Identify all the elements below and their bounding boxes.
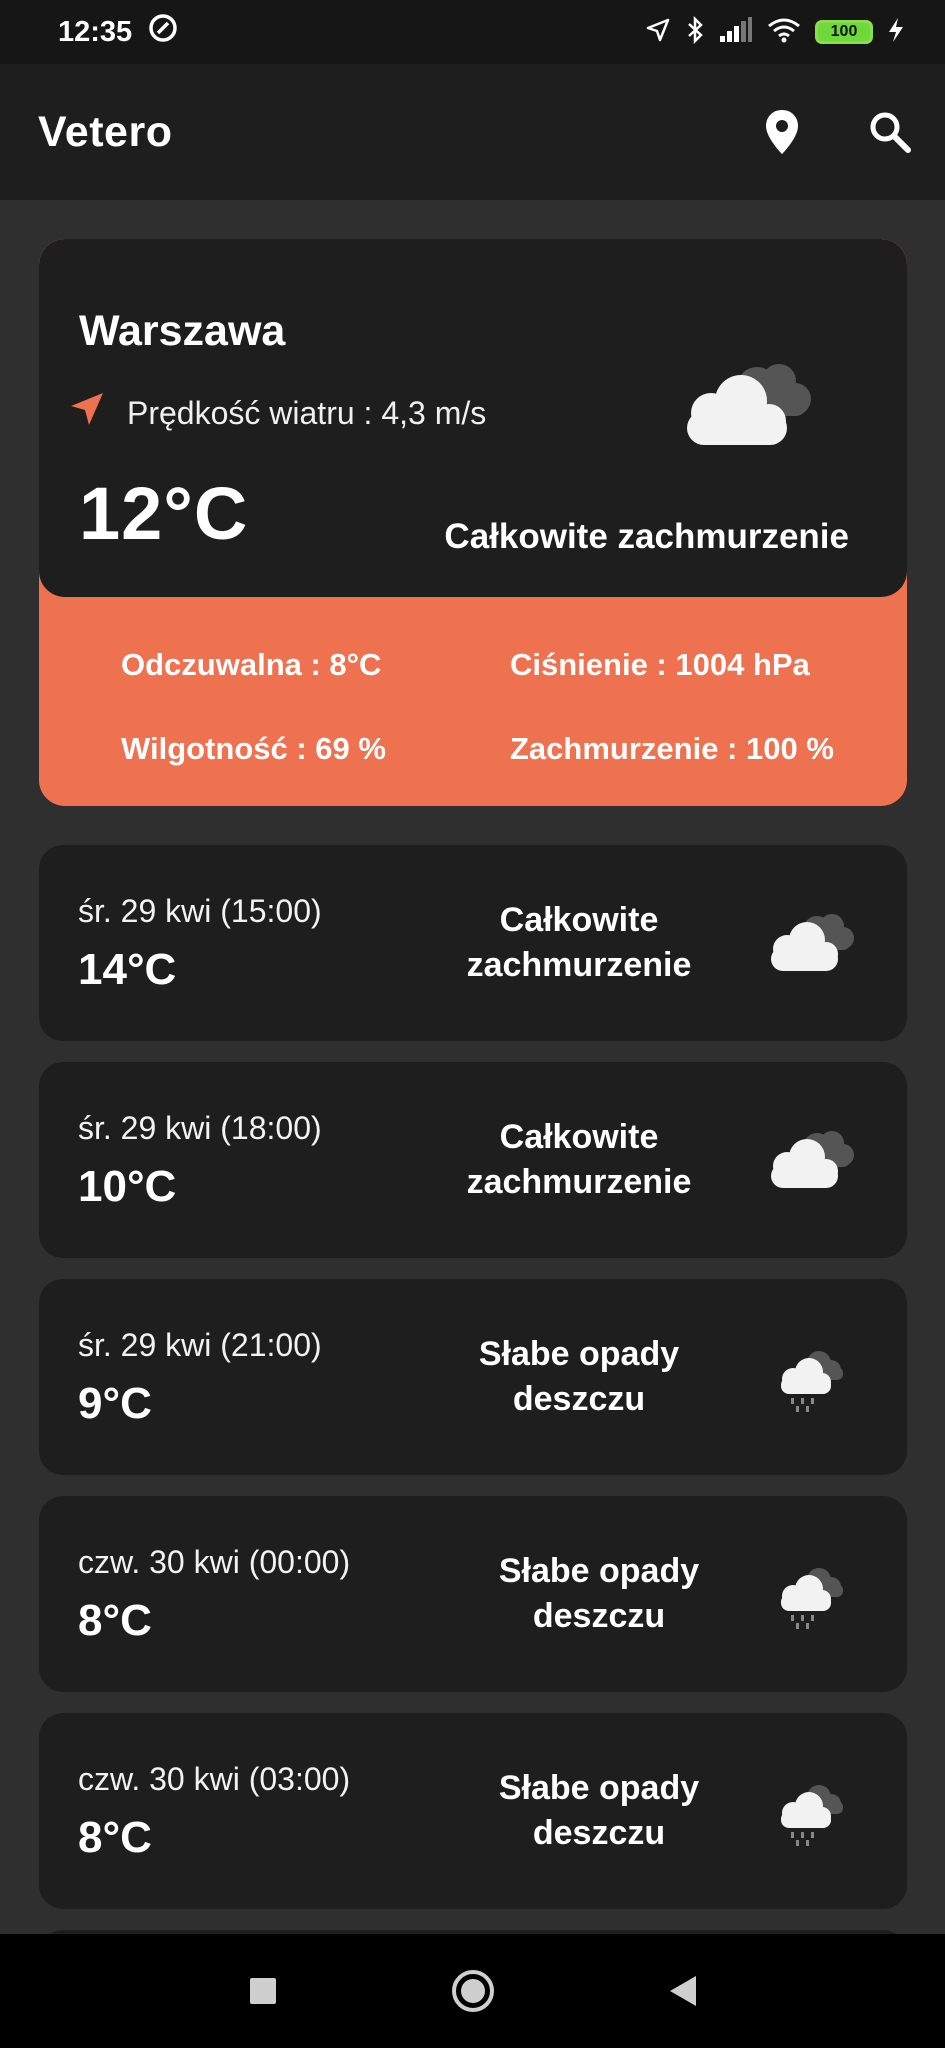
current-weather-summary: Warszawa Prędkość wiatru : 4,3 m/s 12°C … <box>39 239 907 597</box>
search-icon[interactable] <box>865 107 915 157</box>
light-rain-icon <box>759 1339 859 1424</box>
forecast-temperature: 10°C <box>78 1162 177 1211</box>
cloudiness: Zachmurzenie : 100 % <box>510 731 834 766</box>
location-arrow-icon <box>645 17 671 48</box>
recents-button[interactable] <box>233 1961 293 2021</box>
forecast-description: Słabe opady deszczu <box>498 1769 700 1852</box>
forecast-description: Słabe opady deszczu <box>498 1552 700 1635</box>
wind-direction-icon <box>69 391 105 435</box>
bluetooth-icon <box>685 15 705 49</box>
signal-icon <box>719 16 753 48</box>
forecast-temperature: 9°C <box>78 1379 152 1428</box>
system-nav-bar <box>0 1934 945 2048</box>
status-time: 12:35 <box>58 15 133 48</box>
light-rain-icon <box>759 1556 859 1641</box>
overcast-cloud-icon <box>759 1122 859 1203</box>
location-pin-icon[interactable] <box>757 107 807 157</box>
battery-icon: 100 <box>815 20 873 44</box>
forecast-item[interactable]: śr. 29 kwi (21:00) 9°C Słabe opady deszc… <box>39 1279 907 1475</box>
forecast-date: śr. 29 kwi (21:00) <box>78 1327 322 1363</box>
at-sign-icon <box>148 13 178 51</box>
humidity: Wilgotność : 69 % <box>121 731 386 766</box>
forecast-date: śr. 29 kwi (18:00) <box>78 1110 322 1146</box>
forecast-item[interactable]: czw. 30 kwi (03:00) 8°C Słabe opady desz… <box>39 1713 907 1909</box>
current-weather-card: Warszawa Prędkość wiatru : 4,3 m/s 12°C … <box>39 239 907 806</box>
wind-speed: Prędkość wiatru : 4,3 m/s <box>127 394 487 431</box>
pressure: Ciśnienie : 1004 hPa <box>510 647 810 682</box>
wind-row: Prędkość wiatru : 4,3 m/s <box>69 391 486 435</box>
back-button[interactable] <box>653 1961 713 2021</box>
weather-details: Odczuwalna : 8°C Ciśnienie : 1004 hPa Wi… <box>39 597 907 806</box>
forecast-temperature: 8°C <box>78 1813 152 1862</box>
forecast-item[interactable]: czw. 30 kwi (00:00) 8°C Słabe opady desz… <box>39 1496 907 1692</box>
current-description: Całkowite zachmurzenie <box>444 517 849 556</box>
feels-like: Odczuwalna : 8°C <box>121 647 382 682</box>
city-name: Warszawa <box>79 307 286 355</box>
app-title: Vetero <box>38 107 173 156</box>
forecast-temperature: 8°C <box>78 1596 152 1645</box>
forecast-description: Całkowite zachmurzenie <box>466 1118 692 1201</box>
forecast-temperature: 14°C <box>78 945 177 994</box>
forecast-item[interactable]: śr. 29 kwi (15:00) 14°C Całkowite zachmu… <box>39 845 907 1041</box>
overcast-cloud-icon <box>759 905 859 986</box>
wifi-icon <box>767 17 801 48</box>
forecast-description: Całkowite zachmurzenie <box>466 901 692 984</box>
charging-bolt-icon <box>887 17 905 48</box>
light-rain-icon <box>759 1773 859 1858</box>
forecast-date: czw. 30 kwi (03:00) <box>78 1761 351 1797</box>
overcast-cloud-icon <box>669 349 819 464</box>
forecast-description: Słabe opady deszczu <box>478 1335 680 1418</box>
status-bar: 12:35 100 <box>0 0 945 64</box>
app-bar: Vetero <box>0 64 945 200</box>
forecast-date: czw. 30 kwi (00:00) <box>78 1544 351 1580</box>
current-temperature: 12°C <box>79 472 249 555</box>
forecast-item[interactable]: śr. 29 kwi (18:00) 10°C Całkowite zachmu… <box>39 1062 907 1258</box>
forecast-date: śr. 29 kwi (15:00) <box>78 893 322 929</box>
home-button[interactable] <box>443 1961 503 2021</box>
